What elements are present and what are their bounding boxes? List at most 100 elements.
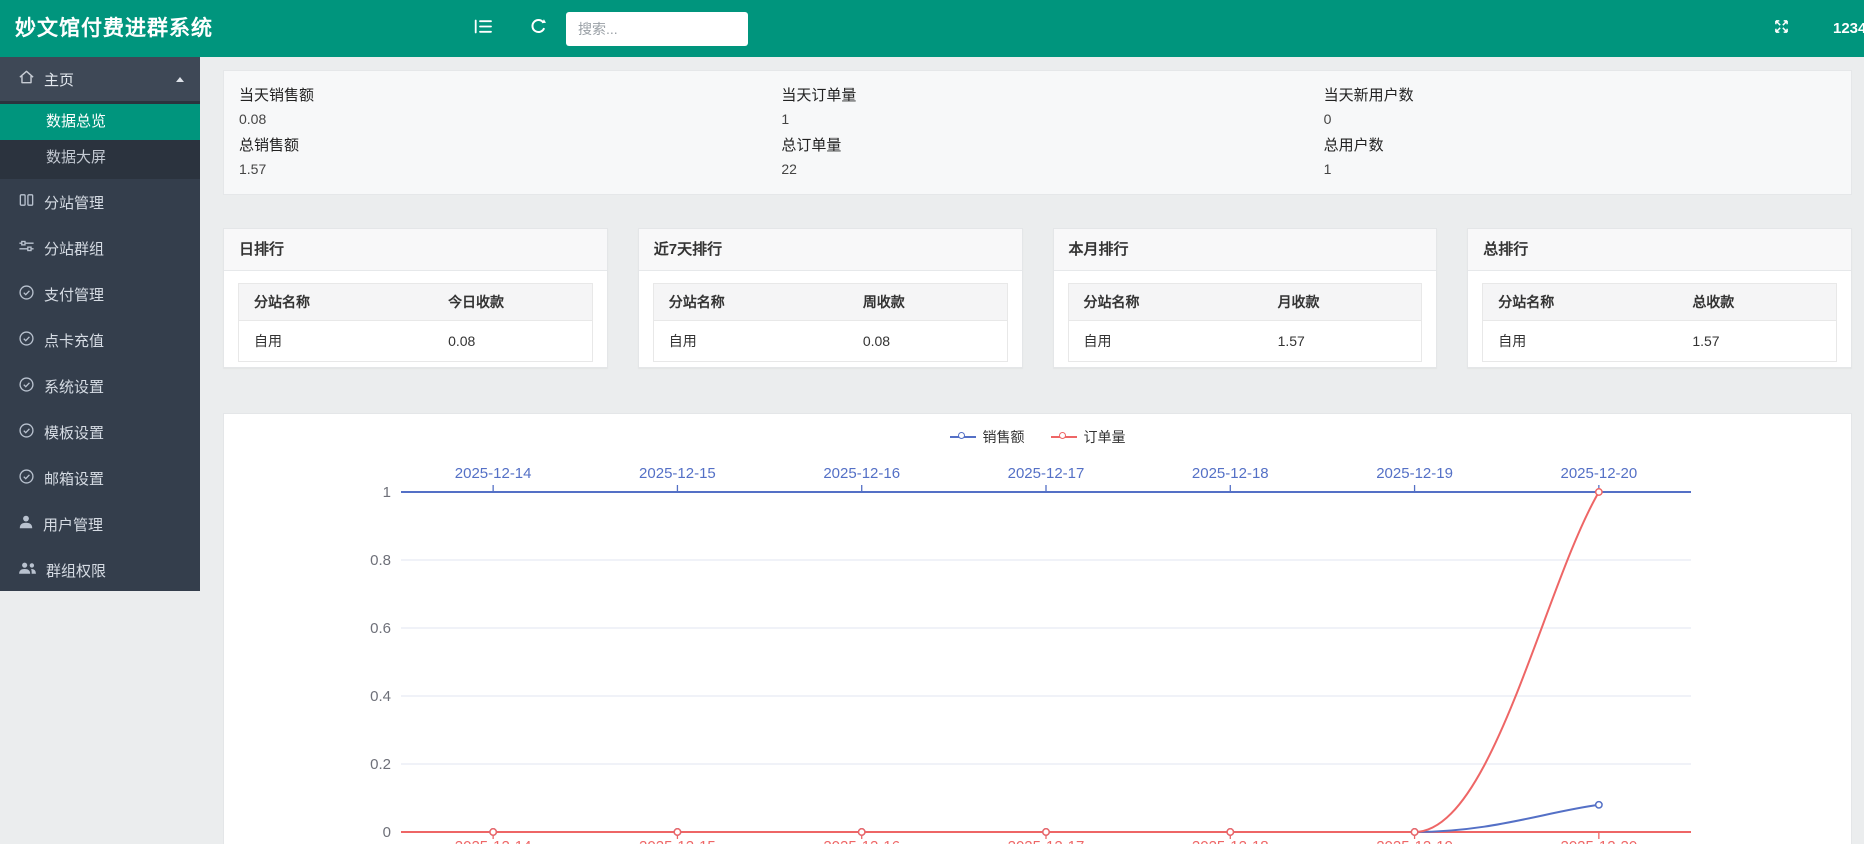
sidebar-item-site-management[interactable]: 分站管理: [0, 179, 200, 225]
ranking-cards-row: 日排行 分站名称 今日收款 自用 0.08 近7天排行 分站名称 周收款: [223, 228, 1852, 368]
ranking-card-title: 总排行: [1468, 229, 1851, 271]
chart-legend: 销售额 订单量: [224, 427, 1851, 447]
ranking-table: 分站名称 月收款 自用 1.57: [1068, 283, 1423, 362]
sidebar-item-label: 分站群组: [44, 238, 104, 259]
user-icon: [18, 514, 34, 534]
ranking-table: 分站名称 周收款 自用 0.08: [653, 283, 1008, 362]
svg-text:2025-12-16: 2025-12-16: [823, 465, 900, 482]
svg-text:2025-12-17: 2025-12-17: [1008, 465, 1085, 482]
stat-value: 0: [1324, 111, 1851, 127]
badge-check-icon: [18, 330, 35, 351]
sidebar-item-label: 用户管理: [43, 514, 103, 535]
sidebar-item-label: 支付管理: [44, 284, 104, 305]
sidebar-item-label: 群组权限: [46, 560, 106, 581]
line-chart: 00.20.40.60.812025-12-142025-12-152025-1…: [224, 414, 1852, 844]
column-header: 月收款: [1263, 284, 1422, 321]
search-input[interactable]: [566, 12, 748, 46]
badge-check-icon: [18, 468, 35, 489]
cell-site-name: 自用: [1068, 321, 1263, 362]
svg-text:2025-12-18: 2025-12-18: [1192, 465, 1269, 482]
stat-label: 当天新用户数: [1324, 84, 1851, 105]
legend-item-sales[interactable]: 销售额: [950, 427, 1025, 447]
sidebar-item-label: 分站管理: [44, 192, 104, 213]
ranking-card-title: 日排行: [224, 229, 607, 271]
sidebar-item-payment-management[interactable]: 支付管理: [0, 271, 200, 317]
sidebar-item-data-screen[interactable]: 数据大屏: [0, 140, 200, 176]
column-header: 周收款: [848, 284, 1007, 321]
stat-label: 当天销售额: [239, 84, 766, 105]
sidebar-item-email-settings[interactable]: 邮箱设置: [0, 455, 200, 501]
svg-text:2025-12-16: 2025-12-16: [823, 838, 900, 844]
svg-text:2025-12-14: 2025-12-14: [455, 465, 532, 482]
stat-label: 当天订单量: [781, 84, 1308, 105]
stat-today-orders: 当天订单量 1: [766, 84, 1308, 134]
cell-amount: 1.57: [1677, 321, 1836, 362]
sidebar-item-label: 主页: [44, 69, 74, 90]
svg-text:0.4: 0.4: [370, 688, 391, 705]
badge-check-icon: [18, 284, 35, 305]
stat-value: 1: [1324, 161, 1851, 177]
column-header: 分站名称: [239, 284, 434, 321]
stat-total-users: 总用户数 1: [1309, 134, 1851, 184]
stat-label: 总销售额: [239, 134, 766, 155]
stat-value: 1.57: [239, 161, 766, 177]
sidebar-item-user-management[interactable]: 用户管理: [0, 501, 200, 547]
table-header-row: 分站名称 周收款: [653, 284, 1007, 321]
table-header-row: 分站名称 月收款: [1068, 284, 1422, 321]
username[interactable]: 12345: [1833, 0, 1864, 57]
fullscreen-button[interactable]: [1774, 0, 1789, 57]
table-row: 自用 1.57: [1068, 321, 1422, 362]
sidebar-item-site-groups[interactable]: 分站群组: [0, 225, 200, 271]
sidebar-item-system-settings[interactable]: 系统设置: [0, 363, 200, 409]
legend-line-marker: [1051, 436, 1077, 438]
sidebar-toggle-button[interactable]: [474, 0, 492, 57]
table-row: 自用 0.08: [239, 321, 593, 362]
sidebar-item-home[interactable]: 主页: [0, 57, 200, 101]
cell-amount: 0.08: [433, 321, 592, 362]
column-header: 分站名称: [1483, 284, 1678, 321]
table-row: 自用 1.57: [1483, 321, 1837, 362]
table-row: 自用 0.08: [653, 321, 1007, 362]
stats-summary-card: 当天销售额 0.08 当天订单量 1 当天新用户数 0 总销售额 1.57 总订…: [223, 70, 1852, 195]
refresh-button[interactable]: [530, 0, 547, 57]
stat-today-new-users: 当天新用户数 0: [1309, 84, 1851, 134]
stat-total-sales: 总销售额 1.57: [224, 134, 766, 184]
app-title: 妙文馆付费进群系统: [15, 0, 213, 57]
sidebar-item-template-settings[interactable]: 模板设置: [0, 409, 200, 455]
dashboard-page: { "header": { "title": "妙文馆付费进群系统", "sea…: [0, 0, 1864, 844]
home-submenu: 数据总览 数据大屏: [0, 101, 200, 179]
stat-value: 22: [781, 161, 1308, 177]
sidebar-item-card-recharge[interactable]: 点卡充值: [0, 317, 200, 363]
sidebar-item-group-permissions[interactable]: 群组权限: [0, 547, 200, 593]
badge-check-icon: [18, 376, 35, 397]
chevron-up-icon: [176, 77, 184, 82]
ranking-card-7days: 近7天排行 分站名称 周收款 自用 0.08: [638, 228, 1023, 368]
menu-toggle-icon: [474, 19, 492, 39]
cell-site-name: 自用: [1483, 321, 1678, 362]
svg-text:2025-12-19: 2025-12-19: [1376, 465, 1453, 482]
sales-orders-chart-card: 销售额 订单量 00.20.40.60.812025-12-142025-12-…: [223, 413, 1852, 844]
badge-check-icon: [18, 422, 35, 443]
cell-site-name: 自用: [239, 321, 434, 362]
ranking-card-total: 总排行 分站名称 总收款 自用 1.57: [1467, 228, 1852, 368]
legend-label: 销售额: [983, 427, 1025, 447]
svg-text:2025-12-19: 2025-12-19: [1376, 838, 1453, 844]
column-header: 总收款: [1677, 284, 1836, 321]
sidebar-item-label: 邮箱设置: [44, 468, 104, 489]
stat-total-orders: 总订单量 22: [766, 134, 1308, 184]
legend-item-orders[interactable]: 订单量: [1051, 427, 1126, 447]
sidebar-item-data-overview[interactable]: 数据总览: [0, 104, 200, 140]
stat-label: 总订单量: [781, 134, 1308, 155]
svg-text:2025-12-20: 2025-12-20: [1560, 465, 1637, 482]
fullscreen-icon: [1774, 19, 1789, 39]
svg-text:0: 0: [383, 824, 391, 841]
svg-text:0.6: 0.6: [370, 620, 391, 637]
svg-text:2025-12-14: 2025-12-14: [455, 838, 532, 844]
sidebar: 主页 数据总览 数据大屏 分站管理 分: [0, 57, 200, 591]
svg-text:2025-12-17: 2025-12-17: [1008, 838, 1085, 844]
sidebar-item-label: 模板设置: [44, 422, 104, 443]
svg-text:2025-12-15: 2025-12-15: [639, 838, 716, 844]
ranking-table: 分站名称 总收款 自用 1.57: [1482, 283, 1837, 362]
home-icon: [18, 69, 35, 89]
svg-text:2025-12-20: 2025-12-20: [1560, 838, 1637, 844]
